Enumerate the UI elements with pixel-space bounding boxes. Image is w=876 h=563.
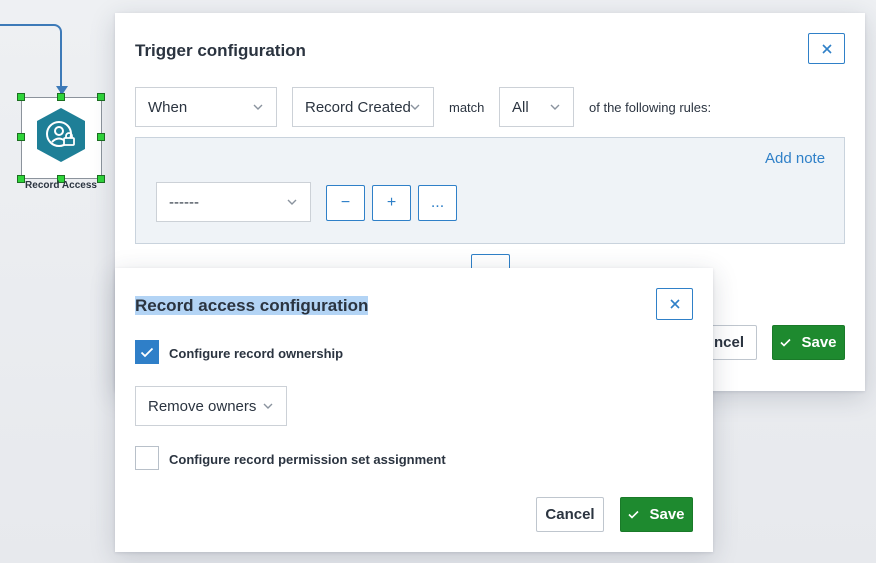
add-note-link[interactable]: Add note: [765, 150, 825, 167]
permission-set-label: Configure record permission set assignme…: [169, 452, 446, 467]
chevron-down-icon: [550, 104, 560, 110]
permission-set-checkbox[interactable]: [135, 446, 159, 470]
match-label: match: [449, 100, 485, 115]
close-icon: [669, 299, 680, 309]
flow-connector: [0, 24, 62, 96]
resize-handle[interactable]: [97, 93, 105, 101]
save-button-label: Save: [649, 506, 685, 523]
chevron-down-icon: [263, 403, 273, 409]
match-select[interactable]: All: [499, 87, 574, 127]
when-select-value: When: [148, 98, 188, 116]
owners-action-value: Remove owners: [148, 397, 257, 415]
check-icon: [140, 347, 154, 357]
dialog-title: Record access configuration: [135, 296, 369, 316]
more-options-button[interactable]: ...: [418, 185, 457, 221]
rules-area: Add note ------ − + ...: [135, 137, 845, 244]
save-button-label: Save: [801, 334, 837, 351]
save-button[interactable]: Save: [620, 497, 693, 532]
record-access-configuration-dialog: Record access configuration Configure re…: [115, 268, 713, 552]
chevron-down-icon: [410, 104, 420, 110]
close-icon: [821, 43, 832, 54]
remove-rule-button[interactable]: −: [326, 185, 365, 221]
user-lock-icon[interactable]: [36, 107, 86, 163]
node-label: Record Access: [25, 180, 97, 191]
rule-field-value: ------: [169, 193, 199, 211]
resize-handle[interactable]: [97, 133, 105, 141]
check-icon: [780, 338, 792, 347]
dialog-title-text: Record access configuration: [135, 296, 369, 315]
check-icon: [628, 510, 640, 519]
match-select-value: All: [512, 98, 529, 116]
event-select-value: Record Created: [305, 98, 411, 116]
chevron-down-icon: [253, 104, 263, 110]
ownership-checkbox[interactable]: [135, 340, 159, 364]
dialog-title: Trigger configuration: [135, 41, 306, 60]
close-button[interactable]: [656, 288, 693, 320]
event-select[interactable]: Record Created: [292, 87, 434, 127]
resize-handle[interactable]: [17, 133, 25, 141]
rule-field-select[interactable]: ------: [156, 182, 311, 222]
cancel-button[interactable]: Cancel: [536, 497, 604, 532]
when-select[interactable]: When: [135, 87, 277, 127]
resize-handle[interactable]: [17, 93, 25, 101]
owners-action-select[interactable]: Remove owners: [135, 386, 287, 426]
resize-handle[interactable]: [57, 93, 65, 101]
ownership-label: Configure record ownership: [169, 346, 344, 361]
add-rule-button[interactable]: +: [372, 185, 411, 221]
save-button[interactable]: Save: [772, 325, 845, 360]
rules-suffix-label: of the following rules:: [589, 100, 712, 115]
chevron-down-icon: [287, 199, 297, 205]
close-button[interactable]: [808, 33, 845, 64]
